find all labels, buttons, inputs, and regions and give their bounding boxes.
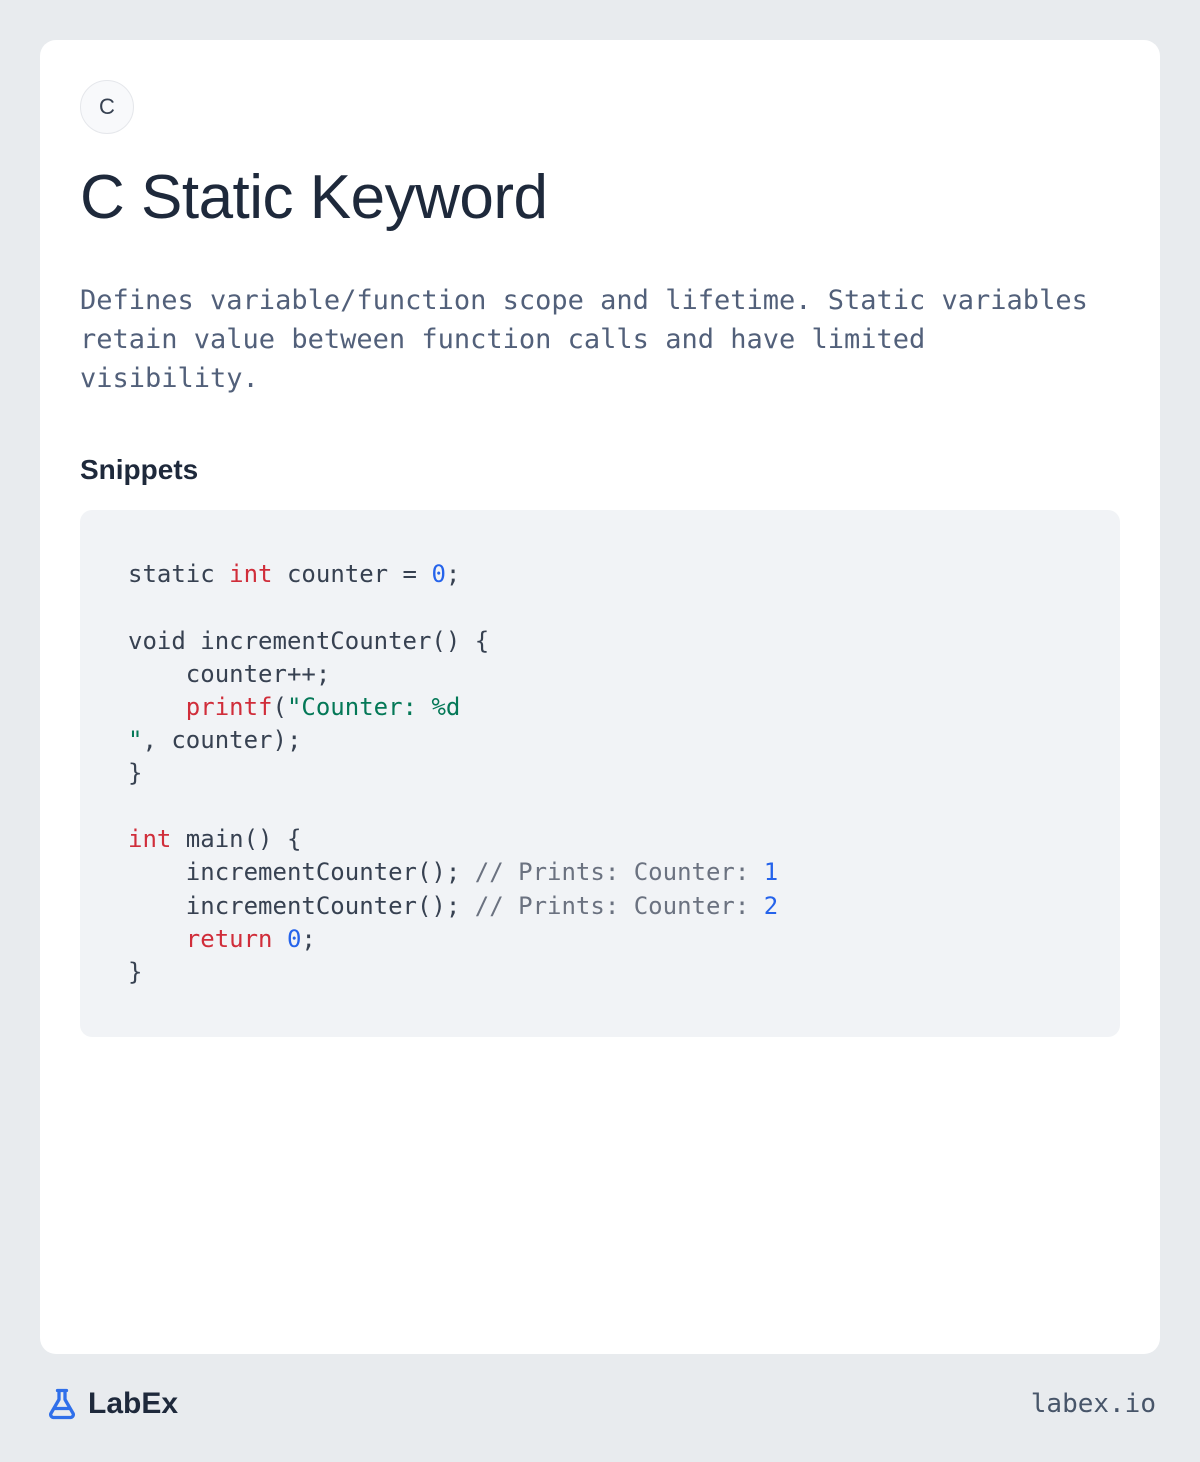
description-text: Defines variable/function scope and life… bbox=[80, 281, 1120, 398]
snippets-heading: Snippets bbox=[80, 454, 1120, 486]
site-url: labex.io bbox=[1031, 1389, 1156, 1419]
page-title: C Static Keyword bbox=[80, 162, 1120, 233]
flask-icon bbox=[44, 1386, 80, 1422]
content-card: C C Static Keyword Defines variable/func… bbox=[40, 40, 1160, 1354]
language-badge: C bbox=[80, 80, 134, 134]
brand-logo: LabEx bbox=[44, 1386, 178, 1422]
page-footer: LabEx labex.io bbox=[40, 1354, 1160, 1422]
language-badge-label: C bbox=[99, 94, 115, 120]
brand-name: LabEx bbox=[88, 1387, 178, 1421]
code-snippet: static int counter = 0; void incrementCo… bbox=[80, 510, 1120, 1036]
